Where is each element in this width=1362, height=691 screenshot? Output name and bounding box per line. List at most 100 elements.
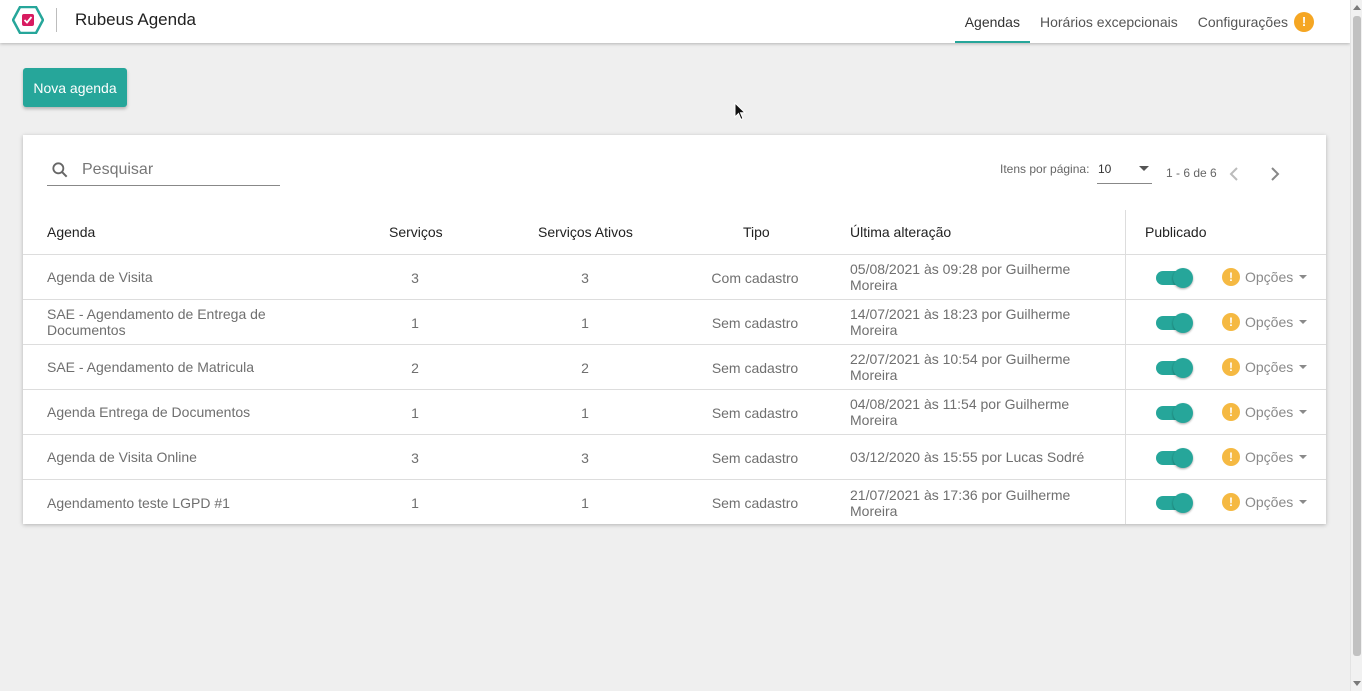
caret-down-icon	[1299, 455, 1308, 459]
cell-servicos: 3	[411, 450, 419, 466]
page-scrollbar[interactable]	[1350, 0, 1362, 691]
nav-agendas[interactable]: Agendas	[954, 0, 1031, 43]
warning-icon: !	[1294, 11, 1314, 32]
cell-servicos-ativos: 3	[581, 270, 589, 286]
table-row[interactable]: SAE - Agendamento de Entrega de Document…	[23, 300, 1326, 345]
nav-configuracoes-label: Configurações	[1197, 13, 1288, 30]
cell-tipo: Sem cadastro	[711, 495, 799, 511]
publicado-toggle[interactable]	[1156, 313, 1193, 333]
publicado-toggle[interactable]	[1156, 448, 1193, 468]
publicado-toggle[interactable]	[1156, 403, 1193, 423]
caret-down-icon	[1299, 500, 1308, 504]
search-icon	[52, 162, 68, 178]
options-menu-button[interactable]: Opções	[1245, 314, 1308, 330]
table-row[interactable]: Agenda de Visita Online 3 3 Sem cadastro…	[23, 435, 1326, 480]
options-menu-button[interactable]: Opções	[1245, 494, 1308, 510]
cell-servicos-ativos: 1	[581, 315, 589, 331]
cell-servicos: 3	[411, 270, 419, 286]
cell-agenda: Agenda de Visita	[47, 269, 153, 285]
main-nav: Agendas Horários excepcionais Configuraç…	[954, 0, 1324, 43]
warning-icon: !	[1222, 493, 1240, 511]
options-label: Opções	[1245, 494, 1294, 510]
scroll-down-icon[interactable]	[1353, 681, 1361, 686]
chevron-right-icon[interactable]	[1262, 162, 1286, 186]
options-label: Opções	[1245, 269, 1294, 285]
options-label: Opções	[1245, 404, 1294, 420]
caret-down-icon	[1299, 275, 1308, 279]
caret-down-icon	[1299, 365, 1308, 369]
chevron-left-icon[interactable]	[1223, 162, 1247, 186]
pagination-range: 1 - 6 de 6	[1166, 166, 1217, 180]
warning-icon: !	[1222, 448, 1240, 466]
cell-ultima-alteracao: 03/12/2020 às 15:55 por Lucas Sodré	[850, 449, 1085, 465]
scroll-up-icon[interactable]	[1353, 5, 1361, 10]
cell-ultima-alteracao: 14/07/2021 às 18:23 por Guilherme Moreir…	[850, 306, 1071, 338]
search-input[interactable]	[82, 161, 272, 179]
agendas-card: Itens por página: 10 1 - 6 de 6 Agenda S…	[23, 135, 1326, 524]
new-agenda-button[interactable]: Nova agenda	[23, 68, 127, 107]
header-ultima-alteracao[interactable]: Última alteração	[850, 224, 951, 240]
options-menu-button[interactable]: Opções	[1245, 359, 1308, 375]
options-label: Opções	[1245, 314, 1294, 330]
nav-horarios-label: Horários excepcionais	[1039, 13, 1178, 30]
cell-servicos-ativos: 1	[581, 405, 589, 421]
cell-agenda: Agenda de Visita Online	[47, 449, 197, 465]
header-publicado[interactable]: Publicado	[1145, 224, 1207, 240]
warning-icon: !	[1222, 268, 1240, 286]
cell-tipo: Sem cadastro	[711, 450, 799, 466]
header-servicos[interactable]: Serviços	[389, 224, 443, 240]
app-title: Rubeus Agenda	[75, 10, 196, 29]
table-row[interactable]: Agenda Entrega de Documentos 1 1 Sem cad…	[23, 390, 1326, 435]
cell-tipo: Sem cadastro	[711, 360, 799, 376]
table-row[interactable]: Agenda de Visita 3 3 Com cadastro 05/08/…	[23, 255, 1326, 300]
caret-down-icon	[1139, 166, 1149, 171]
table-header: Agenda Serviços Serviços Ativos Tipo Últ…	[23, 210, 1326, 255]
cell-servicos: 1	[411, 495, 419, 511]
cell-ultima-alteracao: 05/08/2021 às 09:28 por Guilherme Moreir…	[850, 261, 1071, 293]
options-label: Opções	[1245, 449, 1294, 465]
publicado-toggle[interactable]	[1156, 268, 1193, 288]
table-row[interactable]: Agendamento teste LGPD #1 1 1 Sem cadast…	[23, 480, 1326, 525]
toggle-thumb	[1173, 268, 1193, 288]
options-menu-button[interactable]: Opções	[1245, 449, 1308, 465]
header-servicos-ativos[interactable]: Serviços Ativos	[538, 224, 633, 240]
options-label: Opções	[1245, 359, 1294, 375]
cell-agenda: SAE - Agendamento de Entrega de Document…	[47, 306, 266, 338]
cell-servicos: 2	[411, 360, 419, 376]
warning-icon: !	[1222, 313, 1240, 331]
cell-ultima-alteracao: 22/07/2021 às 10:54 por Guilherme Moreir…	[850, 351, 1071, 383]
caret-down-icon	[1299, 320, 1308, 324]
warning-icon: !	[1222, 403, 1240, 421]
cell-servicos: 1	[411, 405, 419, 421]
nav-horarios-excepcionais[interactable]: Horários excepcionais	[1030, 0, 1188, 43]
scroll-thumb[interactable]	[1353, 16, 1361, 656]
header-tipo[interactable]: Tipo	[743, 224, 770, 240]
toggle-thumb	[1173, 313, 1193, 333]
cell-servicos-ativos: 2	[581, 360, 589, 376]
options-menu-button[interactable]: Opções	[1245, 269, 1308, 285]
nav-agendas-label: Agendas	[964, 13, 1020, 30]
table-row[interactable]: SAE - Agendamento de Matricula 2 2 Sem c…	[23, 345, 1326, 390]
cell-agenda: Agenda Entrega de Documentos	[47, 404, 251, 420]
app-bar: Rubeus Agenda Agendas Horários excepcion…	[0, 0, 1350, 43]
nav-configuracoes[interactable]: Configurações!	[1188, 0, 1324, 43]
cell-servicos: 1	[411, 315, 419, 331]
app-logo-icon[interactable]	[12, 6, 44, 34]
header-divider	[56, 8, 57, 32]
search-field	[47, 155, 280, 186]
per-page-label: Itens por página:	[1000, 162, 1090, 176]
header-agenda[interactable]: Agenda	[47, 224, 95, 240]
publicado-toggle[interactable]	[1156, 493, 1193, 513]
toggle-thumb	[1173, 358, 1193, 378]
cell-tipo: Com cadastro	[711, 270, 799, 286]
toggle-thumb	[1173, 448, 1193, 468]
per-page-select[interactable]: 10	[1097, 155, 1152, 184]
publicado-toggle[interactable]	[1156, 358, 1193, 378]
cell-ultima-alteracao: 04/08/2021 às 11:54 por Guilherme Moreir…	[850, 396, 1070, 428]
cell-agenda: SAE - Agendamento de Matricula	[47, 359, 255, 375]
mouse-cursor-icon	[734, 102, 747, 121]
options-menu-button[interactable]: Opções	[1245, 404, 1308, 420]
cell-agenda: Agendamento teste LGPD #1	[47, 494, 230, 511]
caret-down-icon	[1299, 410, 1308, 414]
cell-ultima-alteracao: 21/07/2021 às 17:36 por Guilherme Moreir…	[850, 486, 1071, 519]
